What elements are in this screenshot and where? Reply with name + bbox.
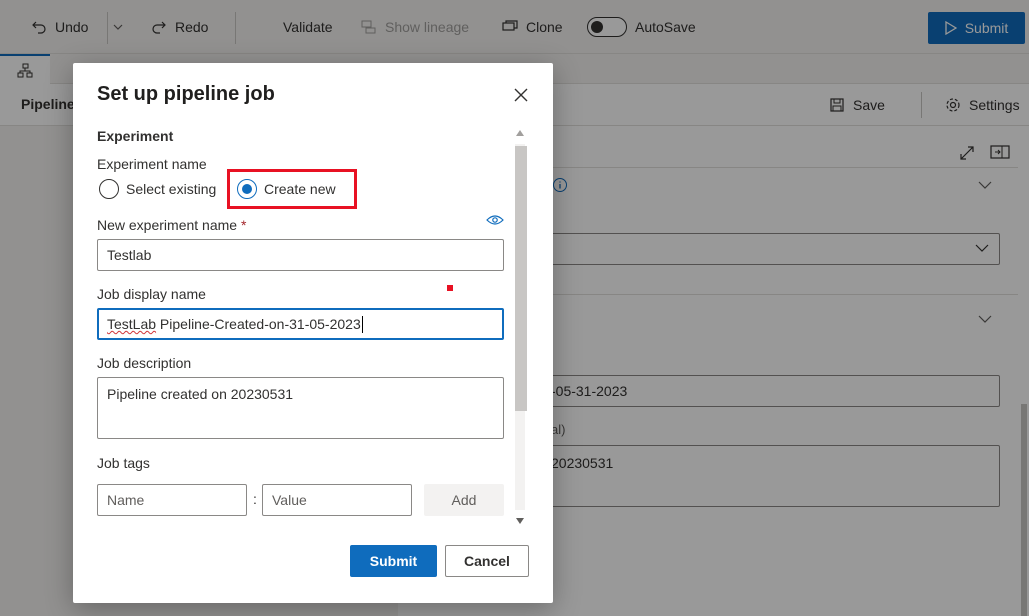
cancel-button[interactable]: Cancel xyxy=(445,545,529,577)
job-description-textarea[interactable]: Pipeline created on 20230531 xyxy=(97,377,504,439)
placeholder: Name xyxy=(107,492,145,508)
input-value: Pipeline-Created-on-31-05-2023 xyxy=(156,316,361,332)
dialog-title: Set up pipeline job xyxy=(97,83,275,105)
tag-name-input[interactable]: Name xyxy=(97,484,247,516)
job-description-label: Job description xyxy=(97,355,192,371)
required-marker: * xyxy=(240,217,247,233)
annotation-marker xyxy=(447,285,453,291)
radio-select-existing[interactable]: Select existing xyxy=(99,177,216,201)
job-tags-label: Job tags xyxy=(97,455,150,471)
experiment-section-label: Experiment xyxy=(97,128,174,144)
tag-separator: : xyxy=(253,491,257,507)
job-display-name-input[interactable]: TestLab Pipeline-Created-on-31-05-2023 xyxy=(97,308,504,340)
placeholder: Value xyxy=(272,492,307,508)
close-button[interactable] xyxy=(509,83,533,107)
misspelled-word: TestLab xyxy=(107,316,157,332)
job-display-name-label: Job display name xyxy=(97,286,206,302)
eye-icon[interactable] xyxy=(486,214,504,226)
input-value: Testlab xyxy=(107,247,152,263)
add-tag-button[interactable]: Add xyxy=(424,484,504,516)
close-icon xyxy=(514,88,528,102)
radio-button[interactable] xyxy=(99,179,119,199)
radio-label: Select existing xyxy=(126,181,217,197)
text-caret xyxy=(361,315,363,333)
submit-button[interactable]: Submit xyxy=(350,545,437,577)
textarea-value: Pipeline created on 20230531 xyxy=(107,386,294,402)
label-text: New experiment name xyxy=(97,217,238,233)
annotation-highlight-box xyxy=(227,169,357,209)
setup-pipeline-job-dialog: Set up pipeline job Experiment Experimen… xyxy=(73,63,553,603)
scroll-up-icon[interactable] xyxy=(516,130,524,136)
new-experiment-name-label: New experiment name * xyxy=(97,217,246,233)
new-experiment-name-input[interactable]: Testlab xyxy=(97,239,504,271)
scroll-thumb[interactable] xyxy=(515,146,527,411)
dialog-scrollbar[interactable] xyxy=(513,126,527,528)
experiment-name-label: Experiment name xyxy=(97,156,207,172)
tag-value-input[interactable]: Value xyxy=(262,484,412,516)
scroll-down-icon[interactable] xyxy=(516,518,524,524)
